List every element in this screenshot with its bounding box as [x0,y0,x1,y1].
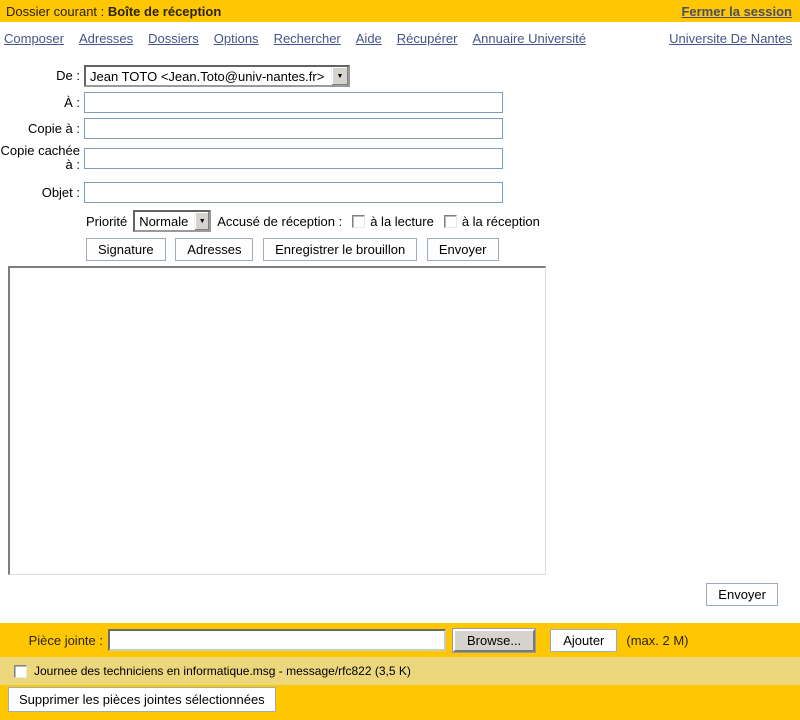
nav-link-dossiers[interactable]: Dossiers [148,31,199,46]
compose-buttons-row: Signature Adresses Enregistrer le brouil… [86,238,800,261]
delete-attachments-button[interactable]: Supprimer les pièces jointes sélectionné… [8,687,276,712]
receipt-delivery-label: à la réception [462,214,540,229]
from-label: De : [0,69,84,83]
current-folder: Dossier courant : Boîte de réception [6,4,221,19]
subject-input[interactable] [84,182,503,203]
from-select-value: Jean TOTO <Jean.Toto@univ-nantes.fr> [86,67,331,85]
priority-label: Priorité [86,214,127,229]
add-attachment-button[interactable]: Ajouter [550,629,617,652]
compose-form: De : Jean TOTO <Jean.Toto@univ-nantes.fr… [0,65,800,606]
send-bottom-row: Envoyer [0,583,800,606]
receipt-label: Accusé de réception : [217,214,342,229]
cc-input[interactable] [84,118,503,139]
message-body-textarea[interactable] [8,266,546,575]
attachment-checkbox[interactable] [14,665,27,678]
to-input[interactable] [84,92,503,113]
to-label: À : [0,96,84,110]
nav-link-options[interactable]: Options [214,31,259,46]
from-row: De : Jean TOTO <Jean.Toto@univ-nantes.fr… [0,65,800,87]
attachment-item-label: Journee des techniciens en informatique.… [34,664,411,678]
attachment-add-row: Pièce jointe : Browse... Ajouter (max. 2… [0,623,800,657]
receipt-delivery-checkbox[interactable] [444,215,457,228]
receipt-read-checkbox[interactable] [352,215,365,228]
bcc-label: Copie cachéeà : [0,144,84,172]
nav-link-annuaire[interactable]: Annuaire Université [473,31,586,46]
attachment-file-input[interactable] [108,629,446,651]
to-row: À : [0,92,800,113]
current-folder-name: Boîte de réception [108,4,221,19]
subject-row: Objet : [0,182,800,203]
attachments-section: Pièce jointe : Browse... Ajouter (max. 2… [0,623,800,720]
cc-row: Copie à : [0,118,800,139]
save-draft-button[interactable]: Enregistrer le brouillon [263,238,417,261]
nav-bar: Composer Adresses Dossiers Options Reche… [0,22,800,46]
logout-link[interactable]: Fermer la session [681,4,792,19]
nav-link-rechercher[interactable]: Rechercher [274,31,341,46]
subject-label: Objet : [0,186,84,200]
nav-link-adresses[interactable]: Adresses [79,31,133,46]
priority-row: Priorité Normale ▼ Accusé de réception :… [86,210,800,232]
browse-button[interactable]: Browse... [453,629,535,652]
current-folder-label: Dossier courant : [6,4,104,19]
nav-link-aide[interactable]: Aide [356,31,382,46]
send-button[interactable]: Envoyer [427,238,499,261]
dropdown-arrow-icon[interactable]: ▼ [194,212,209,230]
cc-label: Copie à : [0,122,84,136]
receipt-read-label: à la lecture [370,214,434,229]
signature-button[interactable]: Signature [86,238,166,261]
bcc-row: Copie cachéeà : [0,144,800,172]
attachment-item-row: Journee des techniciens en informatique.… [0,657,800,685]
max-size-note: (max. 2 M) [626,633,688,648]
priority-select[interactable]: Normale ▼ [133,210,211,232]
nav-link-recuperer[interactable]: Récupérer [397,31,458,46]
send-button-bottom[interactable]: Envoyer [706,583,778,606]
top-bar: Dossier courant : Boîte de réception Fer… [0,0,800,22]
dropdown-arrow-icon[interactable]: ▼ [331,67,348,85]
addresses-button[interactable]: Adresses [175,238,253,261]
nav-link-composer[interactable]: Composer [4,31,64,46]
priority-select-value: Normale [135,212,194,230]
nav-link-universite[interactable]: Universite De Nantes [669,31,792,46]
attachment-label: Pièce jointe : [0,633,108,648]
from-select[interactable]: Jean TOTO <Jean.Toto@univ-nantes.fr> ▼ [84,65,350,87]
bcc-input[interactable] [84,148,503,169]
